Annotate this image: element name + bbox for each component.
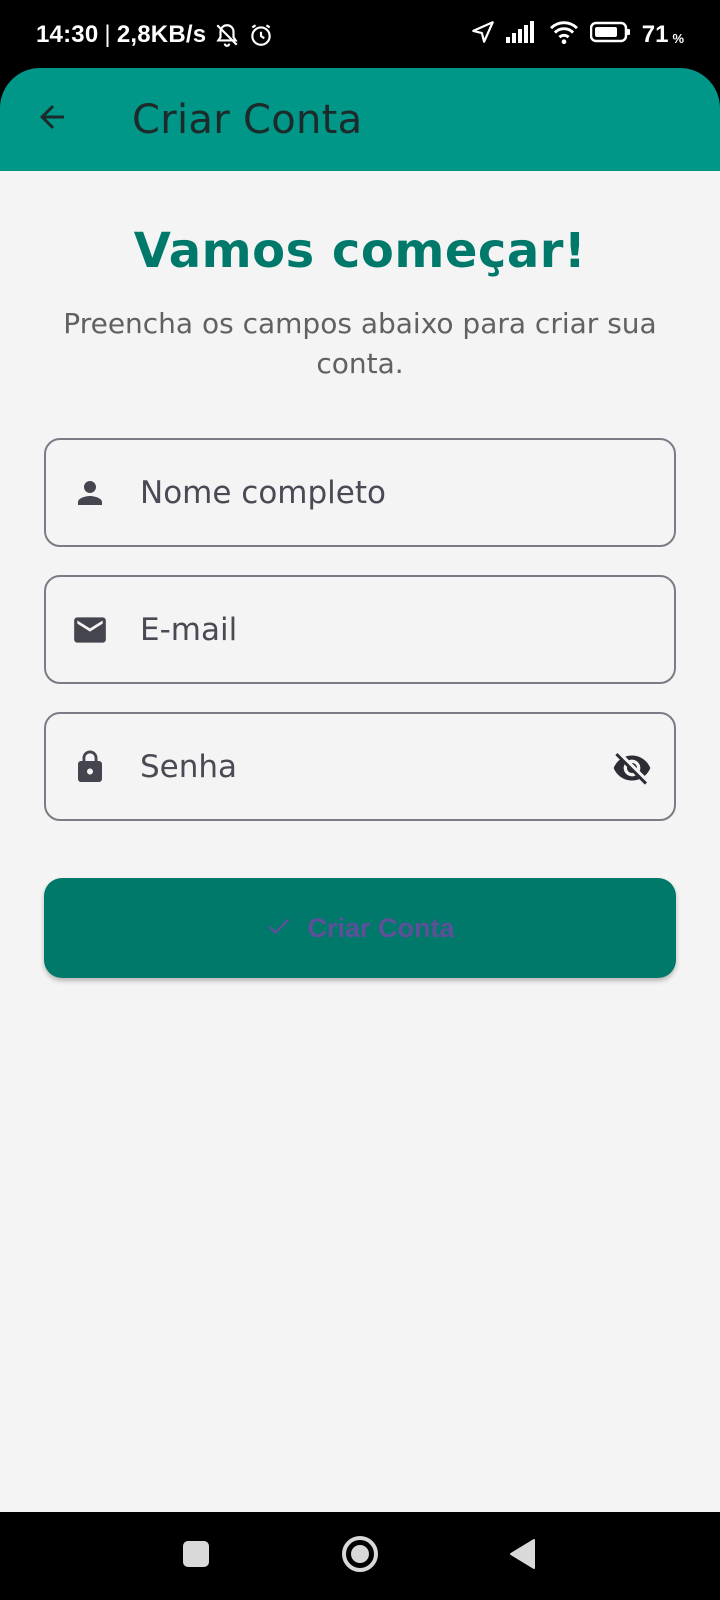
password-placeholder: Senha	[140, 748, 238, 785]
wifi-icon	[548, 19, 580, 52]
person-icon	[70, 473, 110, 513]
app-screen: 14:30 | 2,8KB/s 71 % Criar Conta Vamos c…	[0, 0, 720, 1600]
system-nav-bar	[0, 1512, 720, 1600]
location-arrow-icon	[470, 19, 496, 52]
full-name-field[interactable]: Nome completo	[44, 438, 676, 547]
status-separator: |	[104, 21, 111, 48]
battery-level: 71	[641, 21, 669, 48]
recents-button[interactable]	[180, 1540, 212, 1572]
app-bar: Criar Conta	[0, 68, 720, 171]
status-time: 14:30	[36, 21, 99, 48]
create-account-button[interactable]: Criar Conta	[44, 878, 676, 978]
email-field[interactable]: E-mail	[44, 575, 676, 684]
back-button[interactable]	[22, 90, 82, 150]
lock-icon	[70, 747, 110, 787]
battery-unit: %	[672, 30, 684, 46]
page-title: Criar Conta	[132, 96, 363, 143]
back-icon	[508, 1538, 536, 1575]
bell-off-icon	[214, 22, 240, 48]
password-field[interactable]: Senha	[44, 712, 676, 821]
email-icon	[70, 610, 110, 650]
status-bar: 14:30 | 2,8KB/s 71 %	[0, 0, 720, 70]
full-name-placeholder: Nome completo	[140, 474, 386, 511]
main-content: Vamos começar! Preencha os campos abaixo…	[0, 171, 720, 1512]
visibility-off-icon[interactable]	[610, 746, 654, 790]
arrow-left-icon	[34, 99, 70, 140]
alarm-icon	[248, 22, 274, 48]
home-icon	[341, 1535, 379, 1578]
network-speed: 2,8KB/s	[116, 21, 207, 48]
nav-back-button[interactable]	[506, 1538, 538, 1574]
status-left: 14:30 | 2,8KB/s	[36, 21, 274, 49]
headline: Vamos começar!	[133, 223, 587, 279]
recents-icon	[182, 1540, 210, 1573]
status-right: 71 %	[470, 19, 684, 52]
check-icon	[265, 912, 293, 945]
create-account-label: Criar Conta	[307, 912, 455, 943]
battery-icon	[589, 21, 632, 50]
signal-icon	[505, 20, 538, 50]
email-placeholder: E-mail	[140, 611, 238, 648]
home-button[interactable]	[340, 1535, 380, 1578]
subtitle: Preencha os campos abaixo para criar sua…	[63, 307, 657, 380]
